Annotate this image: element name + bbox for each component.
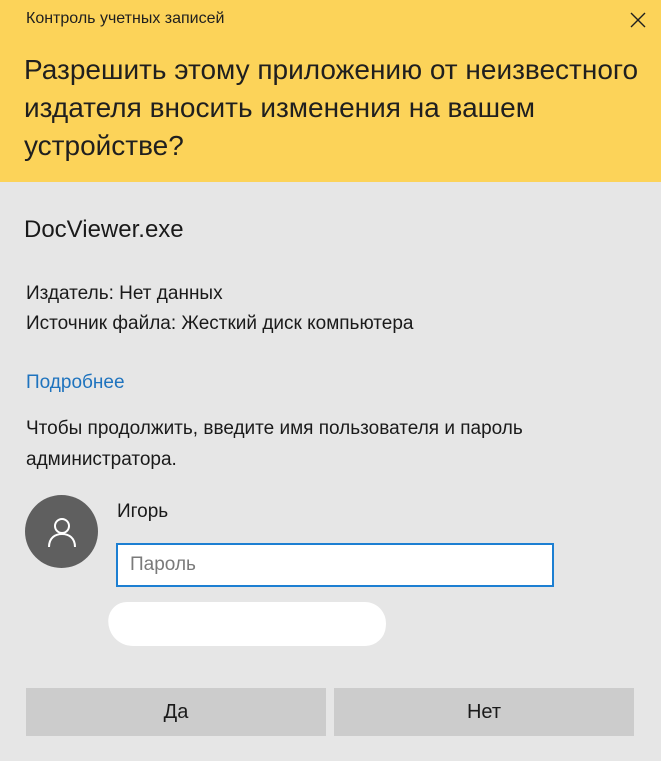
user-icon <box>47 517 76 547</box>
password-input[interactable] <box>116 543 554 587</box>
publisher-info: Издатель: Нет данных <box>26 283 223 304</box>
window-title: Контроль учетных записей <box>26 10 225 27</box>
close-icon <box>630 12 646 28</box>
file-source-info: Источник файла: Жесткий диск компьютера <box>26 313 414 334</box>
no-button[interactable]: Нет <box>334 688 634 736</box>
close-button[interactable] <box>620 2 656 38</box>
instructions-text: Чтобы продолжить, введите имя пользовате… <box>26 418 523 470</box>
dialog-question: Разрешить этому приложению от неизвестно… <box>24 54 639 161</box>
app-name: DocViewer.exe <box>24 216 184 243</box>
username-label: Игорь <box>117 501 169 522</box>
avatar <box>25 495 98 568</box>
details-link[interactable]: Подробнее <box>26 372 125 394</box>
dialog-header: Контроль учетных записей Разрешить этому… <box>0 0 661 182</box>
uac-dialog: Контроль учетных записей Разрешить этому… <box>0 0 661 761</box>
yes-button[interactable]: Да <box>26 688 326 736</box>
redacted-area <box>106 602 388 646</box>
